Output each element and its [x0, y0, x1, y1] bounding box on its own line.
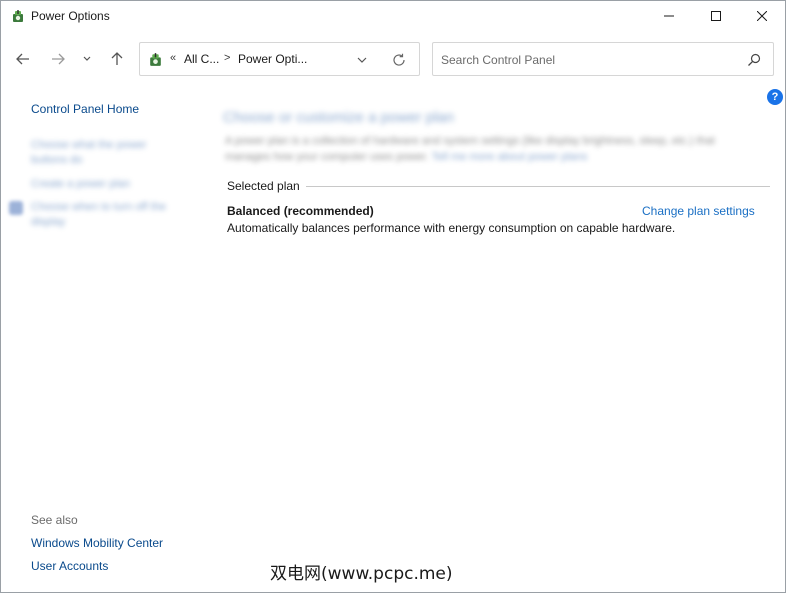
minimize-button[interactable]: [646, 1, 692, 31]
plan-name: Balanced (recommended): [227, 204, 374, 218]
sidebar-link-display-off[interactable]: Choose when to turn off the: [31, 201, 166, 213]
see-also-heading: See also: [31, 513, 78, 527]
refresh-button[interactable]: [390, 51, 408, 69]
close-button[interactable]: [739, 1, 785, 31]
selected-plan-label: Selected plan: [227, 179, 306, 193]
search-box[interactable]: [432, 42, 774, 76]
close-icon: [757, 11, 767, 21]
breadcrumb-all-control-panel[interactable]: All C...: [184, 52, 219, 66]
power-options-icon: [13, 10, 23, 22]
navigation-bar: « All C... > Power Opti...: [1, 31, 785, 87]
left-navigation-pane: Control Panel Home Choose what the power…: [1, 87, 201, 592]
change-plan-settings-link[interactable]: Change plan settings: [642, 204, 755, 218]
help-icon[interactable]: ?: [767, 89, 783, 105]
title-bar: Power Options: [1, 1, 785, 31]
chevron-down-icon: [83, 56, 91, 61]
windows-mobility-center-link[interactable]: Windows Mobility Center: [31, 536, 163, 550]
sidebar-link-power-buttons-cont[interactable]: buttons do: [31, 154, 82, 166]
sidebar-link-create-plan[interactable]: Create a power plan: [31, 178, 130, 190]
back-button[interactable]: [11, 47, 35, 71]
power-options-icon: [150, 53, 161, 66]
maximize-button[interactable]: [693, 1, 739, 31]
up-button[interactable]: [105, 47, 129, 71]
breadcrumb-separator[interactable]: >: [224, 52, 230, 64]
user-accounts-link[interactable]: User Accounts: [31, 559, 108, 573]
plan-description: Automatically balances performance with …: [227, 221, 676, 235]
search-input[interactable]: [441, 51, 731, 69]
search-icon[interactable]: [746, 52, 762, 68]
refresh-icon: [393, 53, 405, 66]
sidebar-link-display-off-cont[interactable]: display: [31, 216, 65, 228]
page-heading: Choose or customize a power plan: [223, 109, 454, 126]
arrow-up-icon: [111, 52, 123, 65]
arrow-right-icon: [52, 53, 65, 65]
address-dropdown-button[interactable]: [352, 52, 372, 68]
power-options-window: Power Options « All C... > Power Opti...…: [0, 0, 786, 593]
chevron-down-icon: [357, 57, 367, 63]
forward-button[interactable]: [46, 47, 70, 71]
arrow-left-icon: [16, 53, 29, 65]
minimize-icon: [664, 15, 674, 17]
breadcrumb-power-options[interactable]: Power Opti...: [238, 52, 307, 66]
page-description-line1: A power plan is a collection of hardware…: [225, 135, 715, 147]
control-panel-home-link[interactable]: Control Panel Home: [31, 102, 139, 116]
recent-locations-button[interactable]: [78, 47, 96, 71]
address-overflow[interactable]: «: [170, 52, 176, 64]
shield-icon: [9, 201, 23, 215]
watermark-text: 双电网(www.pcpc.me): [270, 564, 453, 584]
section-divider: [303, 186, 770, 187]
description-text: manages how your computer uses power.: [225, 151, 429, 163]
window-title: Power Options: [31, 9, 110, 23]
address-bar[interactable]: « All C... > Power Opti...: [139, 42, 420, 76]
sidebar-link-power-buttons[interactable]: Choose what the power: [31, 139, 147, 151]
maximize-icon: [711, 11, 721, 21]
power-plans-info-link[interactable]: Tell me more about power plans: [431, 151, 587, 163]
page-description-line2: manages how your computer uses power. Te…: [225, 151, 587, 163]
